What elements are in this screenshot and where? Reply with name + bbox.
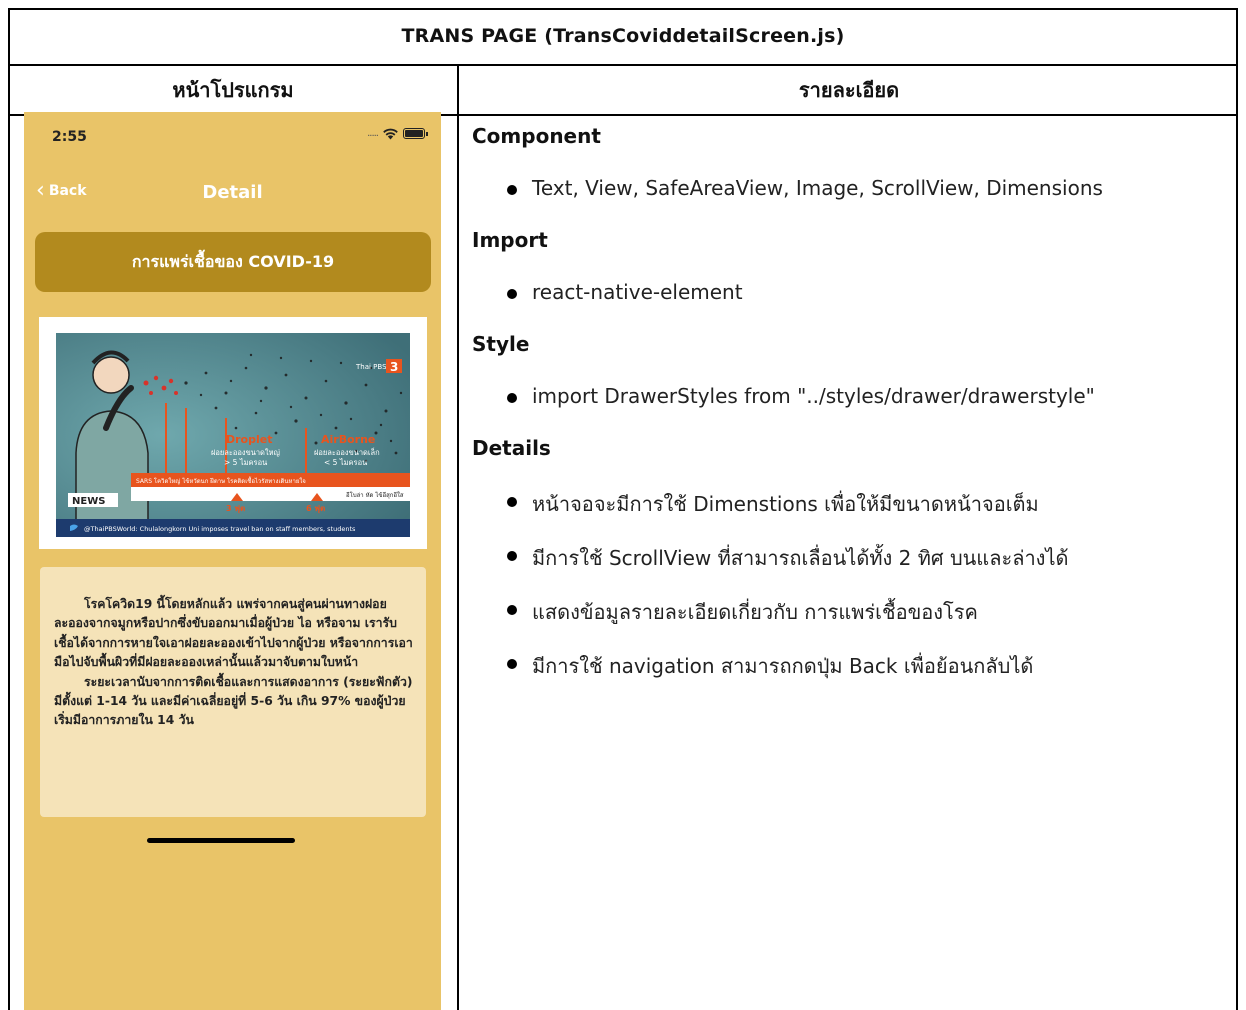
distance-3ft: 3 ฟุต	[226, 504, 245, 514]
list-item: Text, View, SafeAreaView, Image, ScrollV…	[507, 176, 1103, 200]
table-border-right	[1236, 8, 1238, 1010]
description-card: โรคโควิด19 นี้โดยหลักแล้ว แพร่จากคนสู่คน…	[40, 567, 426, 817]
table-border-middle	[457, 64, 459, 1010]
covid-spread-illustration: Thai PBS 3 Droplet ฝอยละอองขนาดใหญ่ > 5 …	[56, 333, 410, 537]
list-item: มีการใช้ navigation สามารถกดปุ่ม Back เพ…	[507, 650, 1034, 682]
column-header-screen: หน้าโปรแกรม	[172, 78, 294, 102]
list-item: แสดงข้อมูลรายละเอียดเกี่ยวกับ การแพร่เชื…	[507, 596, 978, 628]
navigation-bar: ‹ Back Detail	[24, 170, 441, 218]
battery-icon	[403, 128, 428, 139]
bullet-icon	[507, 551, 517, 561]
droplet-desc: ฝอยละอองขนาดใหญ่	[211, 448, 280, 457]
news-label: NEWS	[72, 496, 105, 507]
description-text: โรคโควิด19 นี้โดยหลักแล้ว แพร่จากคนสู่คน…	[54, 595, 414, 731]
channel-label: Thai PBS	[355, 363, 387, 371]
bullet-icon	[507, 605, 517, 615]
bullet-icon	[507, 497, 517, 507]
list-item: import DrawerStyles from "../styles/draw…	[507, 384, 1095, 408]
list-item-text: import DrawerStyles from "../styles/draw…	[532, 384, 1095, 408]
list-item: หน้าจอจะมีการใช้ Dimenstions เพื่อให้มีข…	[507, 488, 1039, 520]
airborne-label: AirBorne	[321, 433, 375, 446]
bullet-icon	[507, 659, 517, 669]
list-item-text: แสดงข้อมูลรายละเอียดเกี่ยวกับ การแพร่เชื…	[532, 600, 978, 624]
status-time: 2:55	[52, 129, 87, 145]
disease-strip-right: อีโบล่า หัด ไข้อีสุกอีใส	[346, 491, 404, 499]
status-bar: 2:55 .....	[24, 112, 441, 162]
droplet-label: Droplet	[226, 433, 272, 446]
list-item-text: มีการใช้ navigation สามารถกดปุ่ม Back เพ…	[532, 654, 1034, 678]
section-component-title: Component	[472, 124, 601, 148]
wifi-icon	[383, 128, 398, 140]
table-border-left	[8, 8, 10, 1010]
status-icons: .....	[367, 127, 428, 140]
list-item: มีการใช้ ScrollView ที่สามารถเลื่อนได้ทั…	[507, 542, 1069, 574]
list-item-text: หน้าจอจะมีการใช้ Dimenstions เพื่อให้มีข…	[532, 492, 1039, 516]
section-style-title: Style	[472, 332, 530, 356]
distance-6ft: 6 ฟุต	[306, 504, 325, 514]
airborne-desc: ฝอยละอองขนาดเล็ก	[314, 447, 380, 457]
droplet-size: > 5 ไมครอน	[224, 458, 267, 467]
list-item-text: มีการใช้ ScrollView ที่สามารถเลื่อนได้ทั…	[532, 546, 1069, 570]
bullet-icon	[507, 289, 517, 299]
description-paragraph-2: ระยะเวลานับจากการติดเชื้อและการแสดงอาการ…	[54, 674, 413, 728]
channel-number: 3	[390, 360, 398, 374]
bullet-icon	[507, 185, 517, 195]
list-item-text: Text, View, SafeAreaView, Image, ScrollV…	[532, 176, 1103, 200]
news-ticker-text: @ThaiPBSWorld: Chulalongkorn Uni imposes…	[84, 525, 356, 533]
signal-dots-icon: .....	[367, 128, 379, 139]
nav-title: Detail	[202, 182, 263, 203]
document-title: TRANS PAGE (TransCoviddetailScreen.js)	[401, 25, 845, 47]
topic-banner: การแพร่เชื้อของ COVID-19	[35, 232, 431, 292]
phone-screenshot: 2:55 ..... ‹ Back Detail การแพร่เชื้อของ…	[24, 112, 441, 1010]
list-item-text: react-native-element	[532, 280, 743, 304]
airborne-size: < 5 ไมครอน	[324, 458, 367, 467]
description-paragraph-1: โรคโควิด19 นี้โดยหลักแล้ว แพร่จากคนสู่คน…	[54, 597, 413, 670]
section-import-title: Import	[472, 228, 548, 252]
infographic-image: Thai PBS 3 Droplet ฝอยละอองขนาดใหญ่ > 5 …	[39, 317, 427, 549]
home-indicator	[147, 838, 295, 843]
section-details-title: Details	[472, 436, 551, 460]
column-header-details: รายละเอียด	[798, 78, 900, 102]
list-item: react-native-element	[507, 280, 743, 304]
bullet-icon	[507, 393, 517, 403]
